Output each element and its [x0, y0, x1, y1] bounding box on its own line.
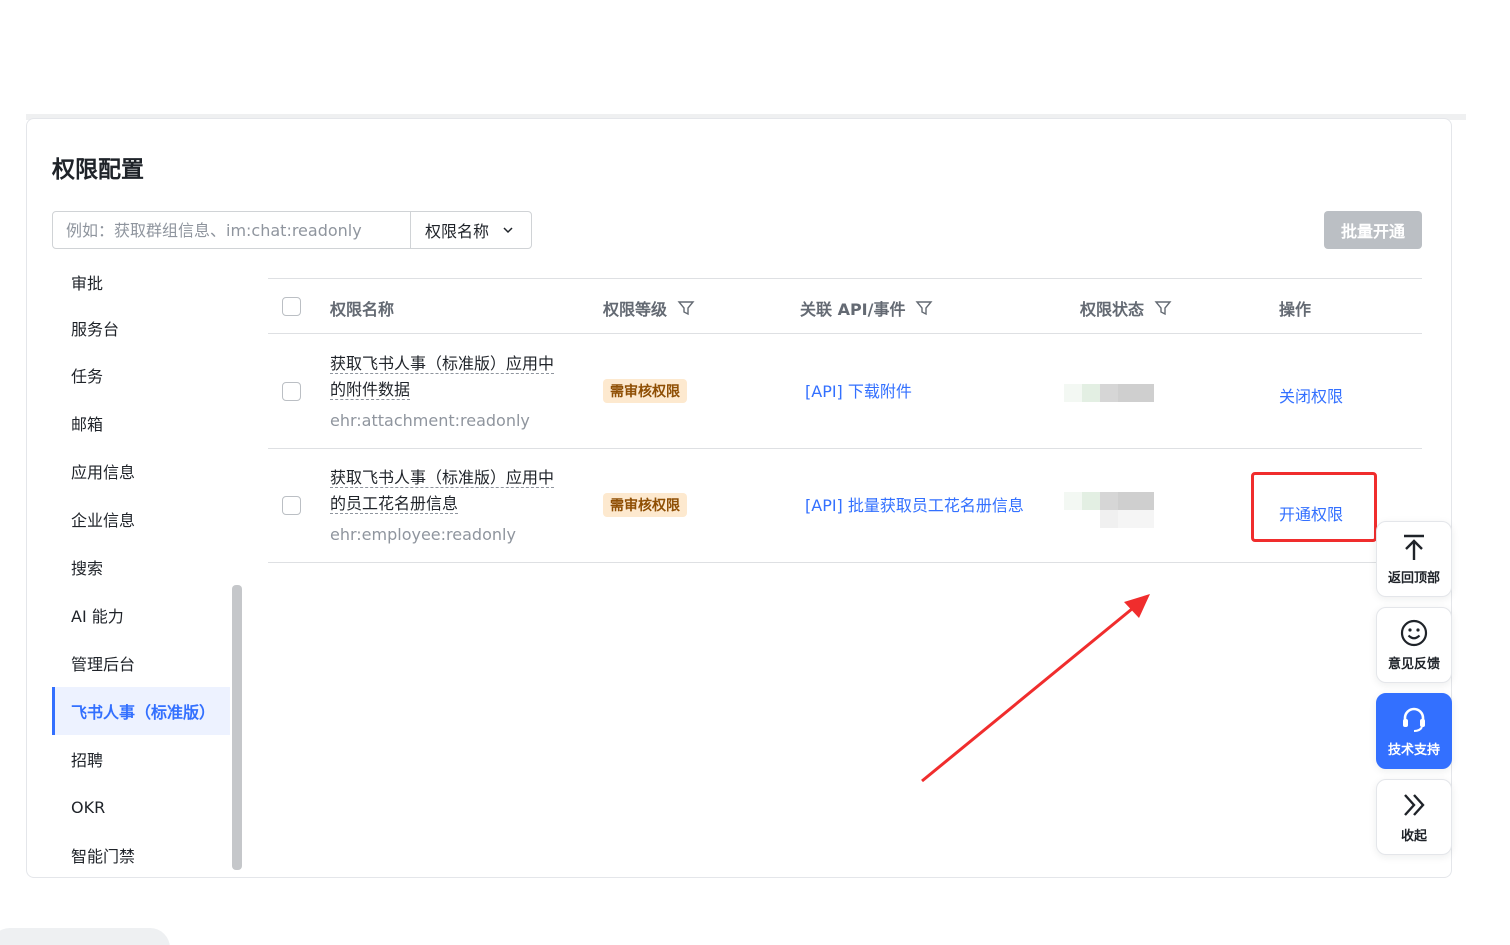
search-type-select[interactable]: 权限名称 [410, 211, 532, 249]
disable-permission-link[interactable]: 关闭权限 [1279, 383, 1343, 407]
back-to-top-button[interactable]: 返回顶部 [1376, 521, 1452, 597]
header-label: 权限等级 [603, 300, 668, 319]
sidebar-item-app-info[interactable]: 应用信息 [52, 447, 230, 495]
sidebar-item-label: 智能门禁 [71, 847, 136, 866]
header-permission-name: 权限名称 [330, 296, 394, 320]
header-action: 操作 [1279, 296, 1311, 320]
arrow-up-to-top-icon [1404, 534, 1424, 560]
sidebar-item-label: 招聘 [71, 751, 104, 770]
sidebar-item-service-desk[interactable]: 服务台 [52, 304, 230, 352]
sidebar-item-search[interactable]: 搜索 [52, 543, 230, 591]
sidebar-item-label: OKR [71, 797, 106, 817]
header-related-api: 关联 API/事件 [800, 296, 933, 320]
search-input[interactable] [53, 212, 411, 248]
permission-scope: ehr:attachment:readonly [330, 411, 530, 430]
sidebar-scrollbar[interactable] [232, 585, 242, 870]
feedback-label: 意见反馈 [1387, 656, 1440, 672]
row-checkbox[interactable] [282, 382, 301, 401]
header-label: 权限名称 [330, 300, 395, 319]
sidebar-item-label: 邮箱 [71, 415, 104, 434]
permission-name-line: 获取飞书人事（标准版）应用中 [330, 468, 555, 488]
api-link[interactable]: [API] 批量获取员工花名册信息 [805, 492, 1024, 516]
sidebar-item-label: 审批 [71, 274, 104, 293]
permission-name-line: 的员工花名册信息 [330, 494, 459, 514]
sidebar-item-label: 企业信息 [71, 511, 136, 530]
table-bottom-border [268, 562, 1422, 563]
category-sidebar: 审批 服务台 任务 邮箱 应用信息 企业信息 搜索 AI 能力 管理后台 飞书人… [52, 272, 232, 870]
chevron-down-icon [503, 227, 513, 234]
review-required-badge: 需审核权限 [603, 379, 687, 403]
header-permission-status: 权限状态 [1080, 296, 1172, 320]
permission-name-line: 的附件数据 [330, 380, 411, 400]
sidebar-item-approval[interactable]: 审批 [52, 272, 230, 306]
sidebar-item-mail[interactable]: 邮箱 [52, 399, 230, 447]
search-field[interactable] [52, 211, 412, 249]
sidebar-item-company-info[interactable]: 企业信息 [52, 495, 230, 543]
sidebar-item-label: 搜索 [71, 559, 104, 578]
sidebar-item-label: AI 能力 [71, 607, 124, 626]
permission-name-line: 获取飞书人事（标准版）应用中 [330, 354, 555, 374]
table-top-border [268, 278, 1422, 279]
sidebar-item-label: 任务 [71, 367, 104, 386]
sidebar-item-ai[interactable]: AI 能力 [52, 591, 230, 639]
table-row-divider [268, 448, 1422, 449]
review-required-badge: 需审核权限 [603, 493, 687, 517]
sidebar-item-tasks[interactable]: 任务 [52, 351, 230, 399]
smile-icon [1400, 619, 1428, 646]
table-header-divider [268, 333, 1422, 334]
permission-name: 获取飞书人事（标准版）应用中 的附件数据 [330, 351, 570, 403]
status-redacted-mosaic [1064, 384, 1154, 402]
header-label: 关联 API/事件 [800, 300, 906, 319]
sidebar-item-okr[interactable]: OKR [52, 783, 230, 831]
sidebar-item-label: 飞书人事（标准版） [71, 703, 216, 722]
select-all-checkbox[interactable] [282, 297, 301, 316]
search-type-value: 权限名称 [425, 222, 490, 241]
back-to-top-label: 返回顶部 [1387, 570, 1440, 586]
permission-scope: ehr:employee:readonly [330, 525, 516, 544]
status-redacted-mosaic [1064, 492, 1154, 528]
header-label: 权限状态 [1080, 300, 1145, 319]
sidebar-item-label: 应用信息 [71, 463, 136, 482]
sidebar-item-recruiting[interactable]: 招聘 [52, 735, 230, 783]
api-link[interactable]: [API] 下载附件 [805, 378, 912, 402]
filter-icon[interactable] [677, 299, 695, 317]
double-chevron-right-icon [1404, 793, 1425, 816]
sidebar-item-feishu-hr[interactable]: 飞书人事（标准版） [52, 687, 230, 735]
header-label: 操作 [1279, 300, 1312, 319]
row-checkbox[interactable] [282, 496, 301, 515]
bottom-partial-element [0, 928, 170, 945]
feedback-button[interactable]: 意见反馈 [1376, 607, 1452, 683]
tech-support-button[interactable]: 技术支持 [1376, 693, 1452, 769]
page-title: 权限配置 [52, 157, 144, 183]
headset-icon [1403, 707, 1425, 732]
sidebar-item-label: 管理后台 [71, 655, 136, 674]
header-permission-level: 权限等级 [603, 296, 695, 320]
bulk-enable-button[interactable]: 批量开通 [1324, 211, 1422, 249]
filter-icon[interactable] [915, 299, 933, 317]
annotation-highlight-box [1251, 472, 1377, 542]
collapse-button[interactable]: 收起 [1376, 779, 1452, 855]
sidebar-item-label: 服务台 [71, 320, 120, 339]
permission-name: 获取飞书人事（标准版）应用中 的员工花名册信息 [330, 465, 570, 517]
collapse-label: 收起 [1400, 828, 1427, 844]
sidebar-item-admin[interactable]: 管理后台 [52, 639, 230, 687]
tech-support-label: 技术支持 [1387, 742, 1440, 758]
filter-icon[interactable] [1154, 299, 1172, 317]
sidebar-item-access-control[interactable]: 智能门禁 [52, 831, 230, 870]
